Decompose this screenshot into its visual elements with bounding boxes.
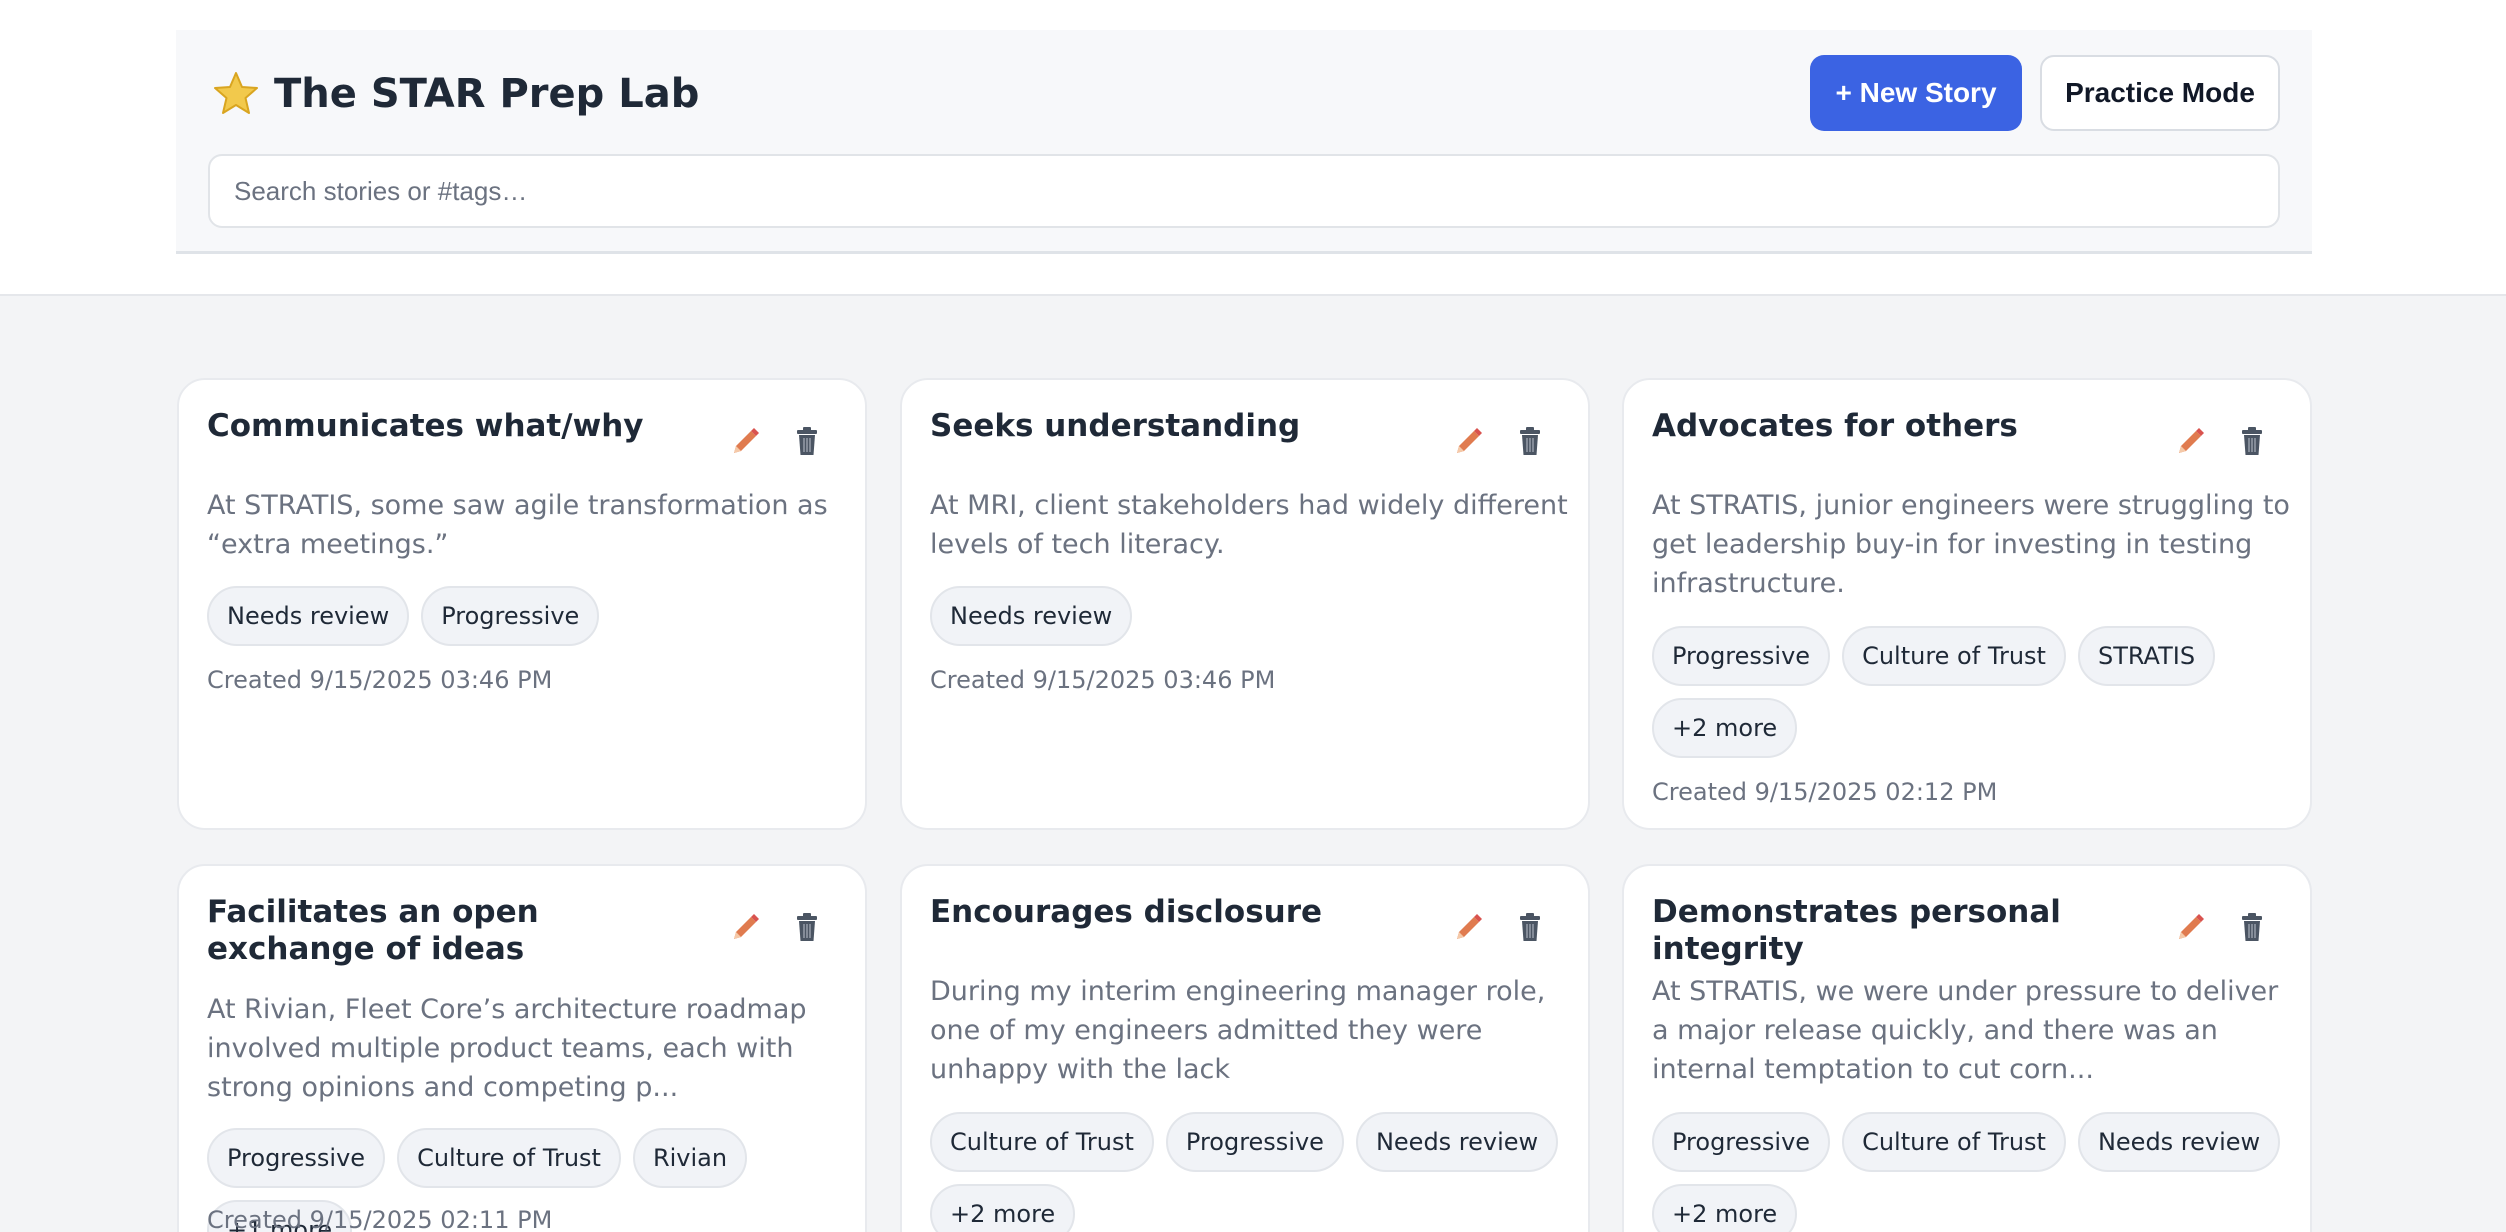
tag-list: Progressive Culture of Trust STRATIS +2 … <box>1652 626 2292 758</box>
story-card[interactable]: Seeks understanding At MRI, client stake… <box>900 378 1590 830</box>
edit-icon[interactable] <box>723 906 767 950</box>
trash-icon[interactable] <box>2230 420 2274 464</box>
tag-list: Progressive Culture of Trust Needs revie… <box>1652 1112 2292 1232</box>
card-title: Demonstrates personal integrity <box>1652 894 2061 967</box>
card-description: At Rivian, Fleet Core’s architecture roa… <box>207 994 807 1103</box>
created-timestamp: Created 9/15/2025 02:11 PM <box>207 1206 553 1232</box>
new-story-button[interactable]: + New Story <box>1810 55 2022 131</box>
practice-mode-button[interactable]: Practice Mode <box>2040 55 2280 131</box>
story-card[interactable]: Encourages disclosure During my interim … <box>900 864 1590 1232</box>
edit-icon[interactable] <box>2168 420 2212 464</box>
tag[interactable]: Needs review <box>2077 1112 2281 1172</box>
tag[interactable]: +2 more <box>930 1184 1076 1232</box>
card-description: At STRATIS, junior engineers were strugg… <box>1652 490 2290 599</box>
tag-list: Needs review <box>930 586 1570 646</box>
app-title: The STAR Prep Lab <box>274 71 700 117</box>
tag[interactable]: Culture of Trust <box>397 1128 621 1188</box>
tag[interactable]: Progressive <box>1652 1112 1831 1172</box>
edit-icon[interactable] <box>723 420 767 464</box>
trash-icon[interactable] <box>785 420 829 464</box>
story-card[interactable]: Facilitates an open exchange of ideas At… <box>177 864 867 1232</box>
trash-icon[interactable] <box>1508 420 1552 464</box>
tag-list: Culture of Trust Progressive Needs revie… <box>930 1112 1570 1232</box>
tag[interactable]: Needs review <box>930 586 1133 646</box>
story-card[interactable]: Communicates what/why At STRATIS, some s… <box>177 378 867 830</box>
tag[interactable]: Culture of Trust <box>1842 1112 2066 1172</box>
tag[interactable]: Needs review <box>207 586 410 646</box>
tag[interactable]: Progressive <box>421 586 600 646</box>
card-title: Communicates what/why <box>207 408 644 444</box>
tag[interactable]: STRATIS <box>2077 626 2216 686</box>
tag[interactable]: Progressive <box>1652 626 1831 686</box>
card-title: Facilitates an open exchange of ideas <box>207 894 539 967</box>
tag-list: Needs review Progressive <box>207 586 847 646</box>
tag[interactable]: Culture of Trust <box>930 1112 1154 1172</box>
tag[interactable]: Culture of Trust <box>1842 626 2066 686</box>
card-title: Advocates for others <box>1652 408 2018 444</box>
edit-icon[interactable] <box>1446 906 1490 950</box>
card-title: Encourages disclosure <box>930 894 1323 930</box>
story-card[interactable]: Demonstrates personal integrity At STRAT… <box>1622 864 2312 1232</box>
created-timestamp: Created 9/15/2025 03:46 PM <box>930 666 1276 694</box>
tag[interactable]: Progressive <box>207 1128 386 1188</box>
card-description: At STRATIS, some saw agile transformatio… <box>207 490 828 560</box>
created-timestamp: Created 9/15/2025 03:46 PM <box>207 666 553 694</box>
tag[interactable]: Progressive <box>1165 1112 1344 1172</box>
trash-icon[interactable] <box>2230 906 2274 950</box>
tag[interactable]: +2 more <box>1652 698 1798 758</box>
card-description: At MRI, client stakeholders had widely d… <box>930 490 1568 560</box>
edit-icon[interactable] <box>1446 420 1490 464</box>
trash-icon[interactable] <box>1508 906 1552 950</box>
card-description: During my interim engineering manager ro… <box>930 976 1546 1085</box>
star-icon <box>212 70 260 118</box>
created-timestamp: Created 9/15/2025 02:12 PM <box>1652 778 1998 806</box>
trash-icon[interactable] <box>785 906 829 950</box>
card-title: Seeks understanding <box>930 408 1301 444</box>
tag[interactable]: +2 more <box>1652 1184 1798 1232</box>
app-header: The STAR Prep Lab + New Story Practice M… <box>176 30 2312 254</box>
tag[interactable]: Rivian <box>632 1128 748 1188</box>
card-description: At STRATIS, we were under pressure to de… <box>1652 976 2279 1085</box>
tag[interactable]: Needs review <box>1355 1112 1559 1172</box>
search-input[interactable] <box>208 154 2280 228</box>
story-card[interactable]: Advocates for others At STRATIS, junior … <box>1622 378 2312 830</box>
edit-icon[interactable] <box>2168 906 2212 950</box>
